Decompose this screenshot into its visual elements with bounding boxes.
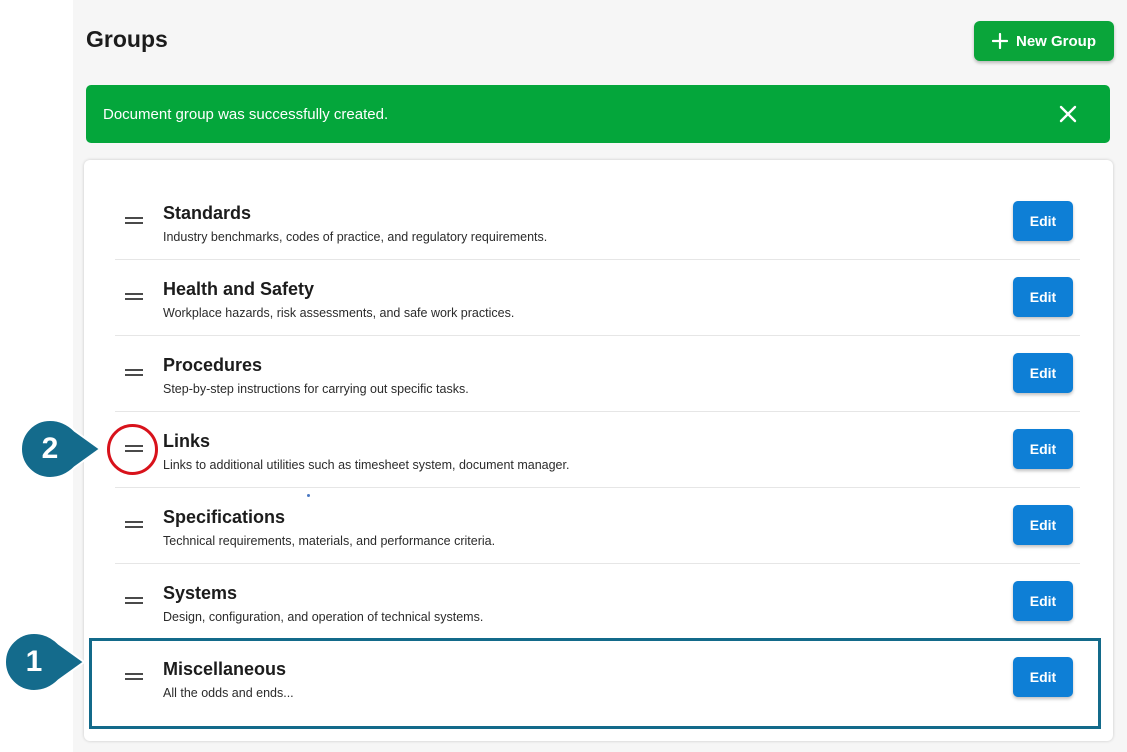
group-row-health-and-safety: Health and Safety Workplace hazards, ris… <box>115 260 1080 336</box>
page-title: Groups <box>86 26 168 52</box>
drag-handle-icon[interactable] <box>125 214 143 228</box>
drag-handle-icon[interactable] <box>125 518 143 532</box>
new-group-button[interactable]: New Group <box>974 21 1114 61</box>
edit-button[interactable]: Edit <box>1013 277 1073 317</box>
close-icon <box>1059 105 1077 123</box>
group-name: Systems <box>163 583 238 603</box>
stray-dot <box>307 494 310 497</box>
alert-message: Document group was successfully created. <box>103 105 389 123</box>
group-row-links: Links Links to additional utilities such… <box>115 412 1080 488</box>
annotation-callout-2: 2 <box>20 417 104 481</box>
group-list: Standards Industry benchmarks, codes of … <box>115 184 1080 716</box>
alert-close-button[interactable] <box>1058 104 1078 124</box>
group-row-procedures: Procedures Step-by-step instructions for… <box>115 336 1080 412</box>
group-name: Specifications <box>163 507 286 527</box>
group-name: Procedures <box>163 355 263 375</box>
group-description: Workplace hazards, risk assessments, and… <box>163 306 515 320</box>
group-name: Links <box>163 431 211 451</box>
annotation-highlight-circle <box>107 424 158 475</box>
group-description: Technical requirements, materials, and p… <box>163 534 496 548</box>
edit-button[interactable]: Edit <box>1013 505 1073 545</box>
drag-handle-icon[interactable] <box>125 594 143 608</box>
annotation-callout-1: 1 <box>4 630 88 694</box>
group-name: Standards <box>163 203 252 223</box>
group-row-standards: Standards Industry benchmarks, codes of … <box>115 184 1080 260</box>
group-description: Industry benchmarks, codes of practice, … <box>163 230 548 244</box>
edit-button[interactable]: Edit <box>1013 201 1073 241</box>
success-alert: Document group was successfully created. <box>86 85 1110 143</box>
edit-button[interactable]: Edit <box>1013 581 1073 621</box>
plus-icon <box>991 33 1008 49</box>
edit-button[interactable]: Edit <box>1013 429 1073 469</box>
drag-handle-icon[interactable] <box>125 290 143 304</box>
edit-button[interactable]: Edit <box>1013 353 1073 393</box>
drag-handle-icon[interactable] <box>125 366 143 380</box>
new-group-label: New Group <box>1015 32 1096 50</box>
group-name: Health and Safety <box>163 279 315 299</box>
group-description: Step-by-step instructions for carrying o… <box>163 382 469 396</box>
callout-number: 2 <box>41 432 59 465</box>
group-row-specifications: Specifications Technical requirements, m… <box>115 488 1080 564</box>
callout-number: 1 <box>25 645 43 678</box>
annotation-highlight-box <box>89 638 1101 729</box>
group-description: Design, configuration, and operation of … <box>163 610 484 624</box>
group-description: Links to additional utilities such as ti… <box>163 458 570 472</box>
group-row-systems: Systems Design, configuration, and opera… <box>115 564 1080 640</box>
